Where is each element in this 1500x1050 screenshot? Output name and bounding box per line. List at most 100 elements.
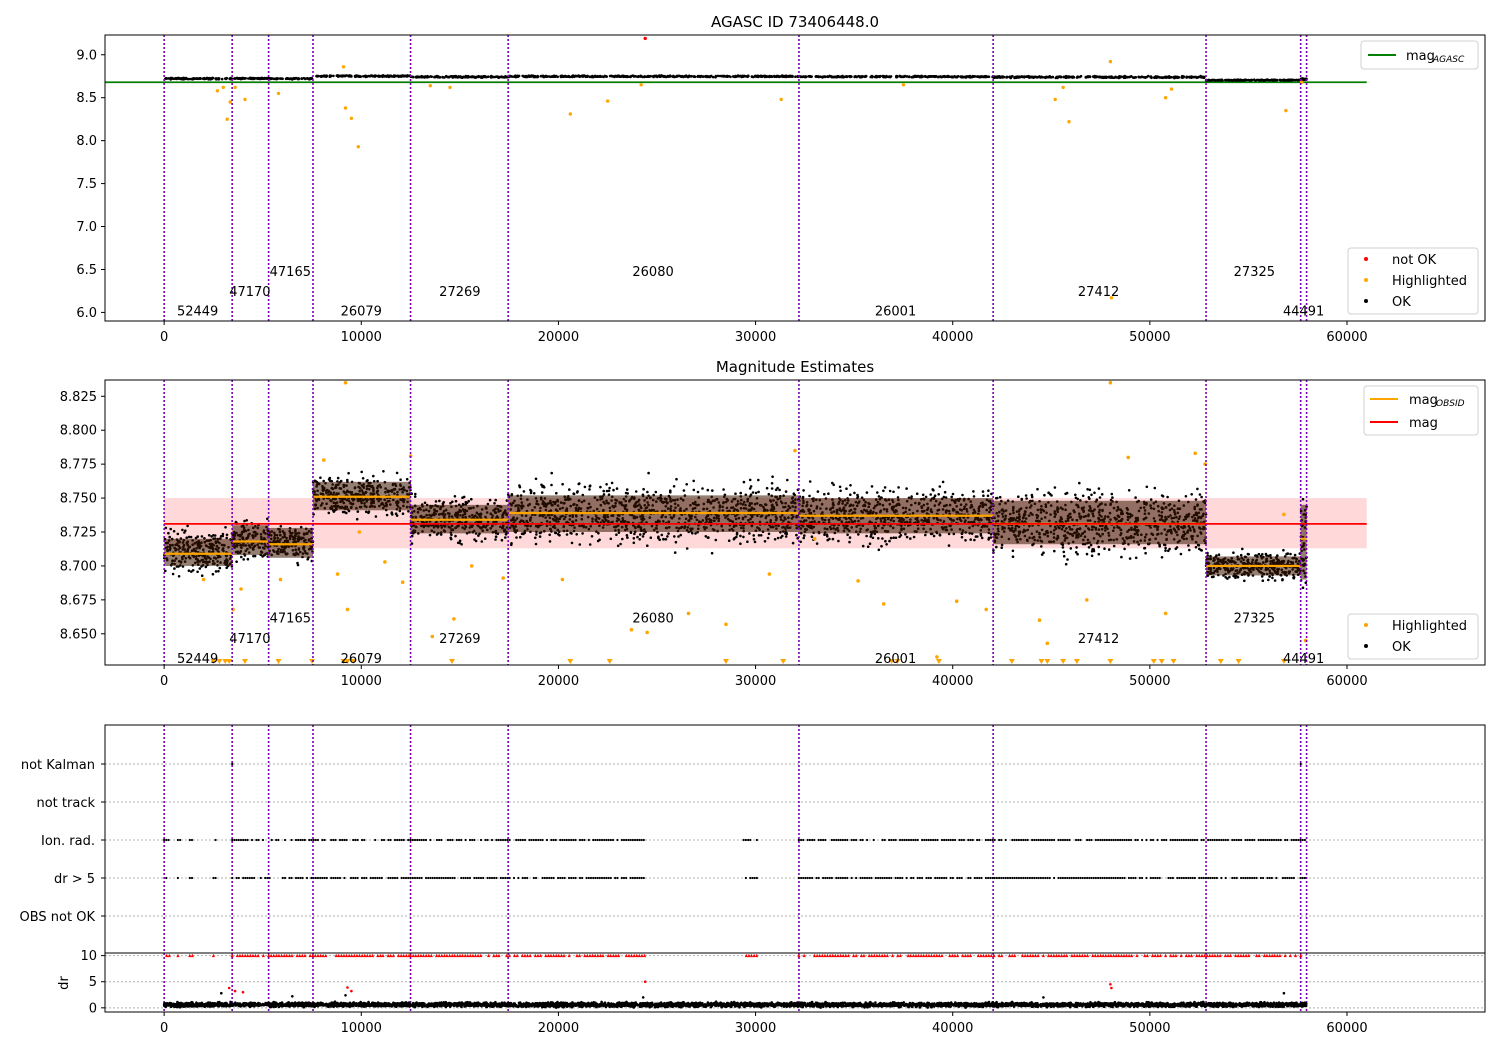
ok-point	[224, 526, 227, 529]
highlighted-point	[225, 117, 229, 121]
ok-point	[973, 538, 976, 542]
ok-point	[597, 531, 600, 535]
ok-point	[510, 493, 514, 496]
ok-point	[839, 489, 842, 493]
ok-point	[823, 492, 826, 496]
ok-point	[657, 535, 660, 539]
ok-point	[450, 533, 453, 537]
ok-point	[605, 483, 608, 486]
ok-point	[803, 534, 806, 537]
ok-point	[673, 535, 676, 538]
ok-point	[188, 77, 192, 81]
ok-point	[825, 533, 829, 537]
ok-point	[389, 74, 393, 78]
ok-point	[1217, 78, 1221, 82]
ok-point	[861, 75, 864, 78]
ok-point	[763, 540, 767, 543]
ok-point	[578, 482, 581, 485]
ok-point	[441, 502, 445, 506]
ok-point	[752, 537, 756, 541]
ok-point	[853, 75, 856, 79]
ok-point	[1174, 76, 1178, 79]
ok-point	[479, 75, 483, 78]
ok-point	[246, 557, 250, 561]
ok-point	[327, 511, 331, 515]
ok-point	[615, 487, 619, 490]
ok-point	[608, 486, 611, 490]
ok-point	[482, 75, 486, 79]
ok-point	[439, 533, 443, 536]
ok-point	[982, 494, 985, 498]
ok-point	[296, 77, 300, 81]
ok-point	[516, 75, 520, 78]
ok-point	[770, 75, 774, 78]
ok-point	[346, 478, 349, 482]
obsid-label: 26080	[632, 265, 673, 280]
ok-point	[625, 488, 629, 491]
ok-point	[225, 533, 229, 537]
x-tick-label: 20000	[538, 330, 579, 345]
ok-point	[794, 75, 797, 78]
ok-point	[836, 75, 839, 79]
ok-point	[225, 76, 229, 80]
ok-point	[395, 471, 399, 475]
highlighted-point	[215, 89, 220, 93]
ok-point	[217, 569, 220, 573]
ok-point	[634, 490, 638, 493]
legend-label: not OK	[1392, 253, 1437, 268]
ok-point	[177, 575, 181, 578]
legend-marker	[1364, 299, 1368, 303]
ok-point	[808, 494, 811, 498]
ok-point	[1250, 79, 1253, 82]
y-tick-label: 6.0	[76, 306, 97, 321]
ok-point	[228, 77, 231, 81]
highlighted-point	[639, 83, 643, 87]
ok-point	[414, 492, 417, 496]
ok-point	[356, 74, 359, 78]
ok-point	[883, 486, 887, 489]
ok-point	[451, 500, 454, 504]
ok-point	[905, 535, 909, 539]
highlighted-point	[1061, 85, 1065, 90]
ok-point	[1155, 76, 1158, 80]
ok-point	[1288, 78, 1291, 82]
ok-point	[1025, 75, 1029, 78]
ok-point	[610, 481, 614, 485]
ok-point	[581, 532, 584, 535]
obsid-label: 27325	[1234, 265, 1275, 280]
notok-point	[643, 36, 647, 41]
ok-point	[580, 75, 583, 78]
ok-point	[243, 77, 246, 80]
ok-point	[987, 75, 991, 79]
ok-point	[612, 488, 615, 492]
ok-point	[838, 485, 842, 489]
ok-point	[848, 540, 851, 544]
ok-point	[706, 488, 710, 492]
ok-point	[497, 76, 500, 79]
ok-point	[167, 531, 170, 535]
ok-point	[666, 535, 669, 538]
ok-point	[767, 492, 771, 496]
ok-point	[672, 485, 676, 488]
ok-point	[309, 77, 312, 81]
ok-point	[470, 497, 473, 501]
ok-point	[632, 541, 636, 545]
ok-point	[827, 492, 830, 496]
ok-point	[763, 74, 766, 78]
ok-point	[846, 533, 849, 537]
ok-point	[919, 74, 923, 78]
ok-point	[701, 487, 704, 490]
ok-point	[829, 75, 833, 78]
ok-point	[889, 536, 893, 540]
ok-point	[196, 570, 199, 574]
ok-point	[433, 75, 436, 79]
ok-point	[349, 74, 353, 78]
ok-point	[538, 535, 542, 538]
ok-point	[1153, 76, 1156, 79]
highlighted-point	[349, 116, 354, 121]
ok-point	[534, 477, 538, 481]
ok-point	[912, 535, 916, 539]
ok-point	[1084, 75, 1088, 79]
ok-point	[770, 482, 774, 485]
ok-point	[898, 74, 902, 78]
